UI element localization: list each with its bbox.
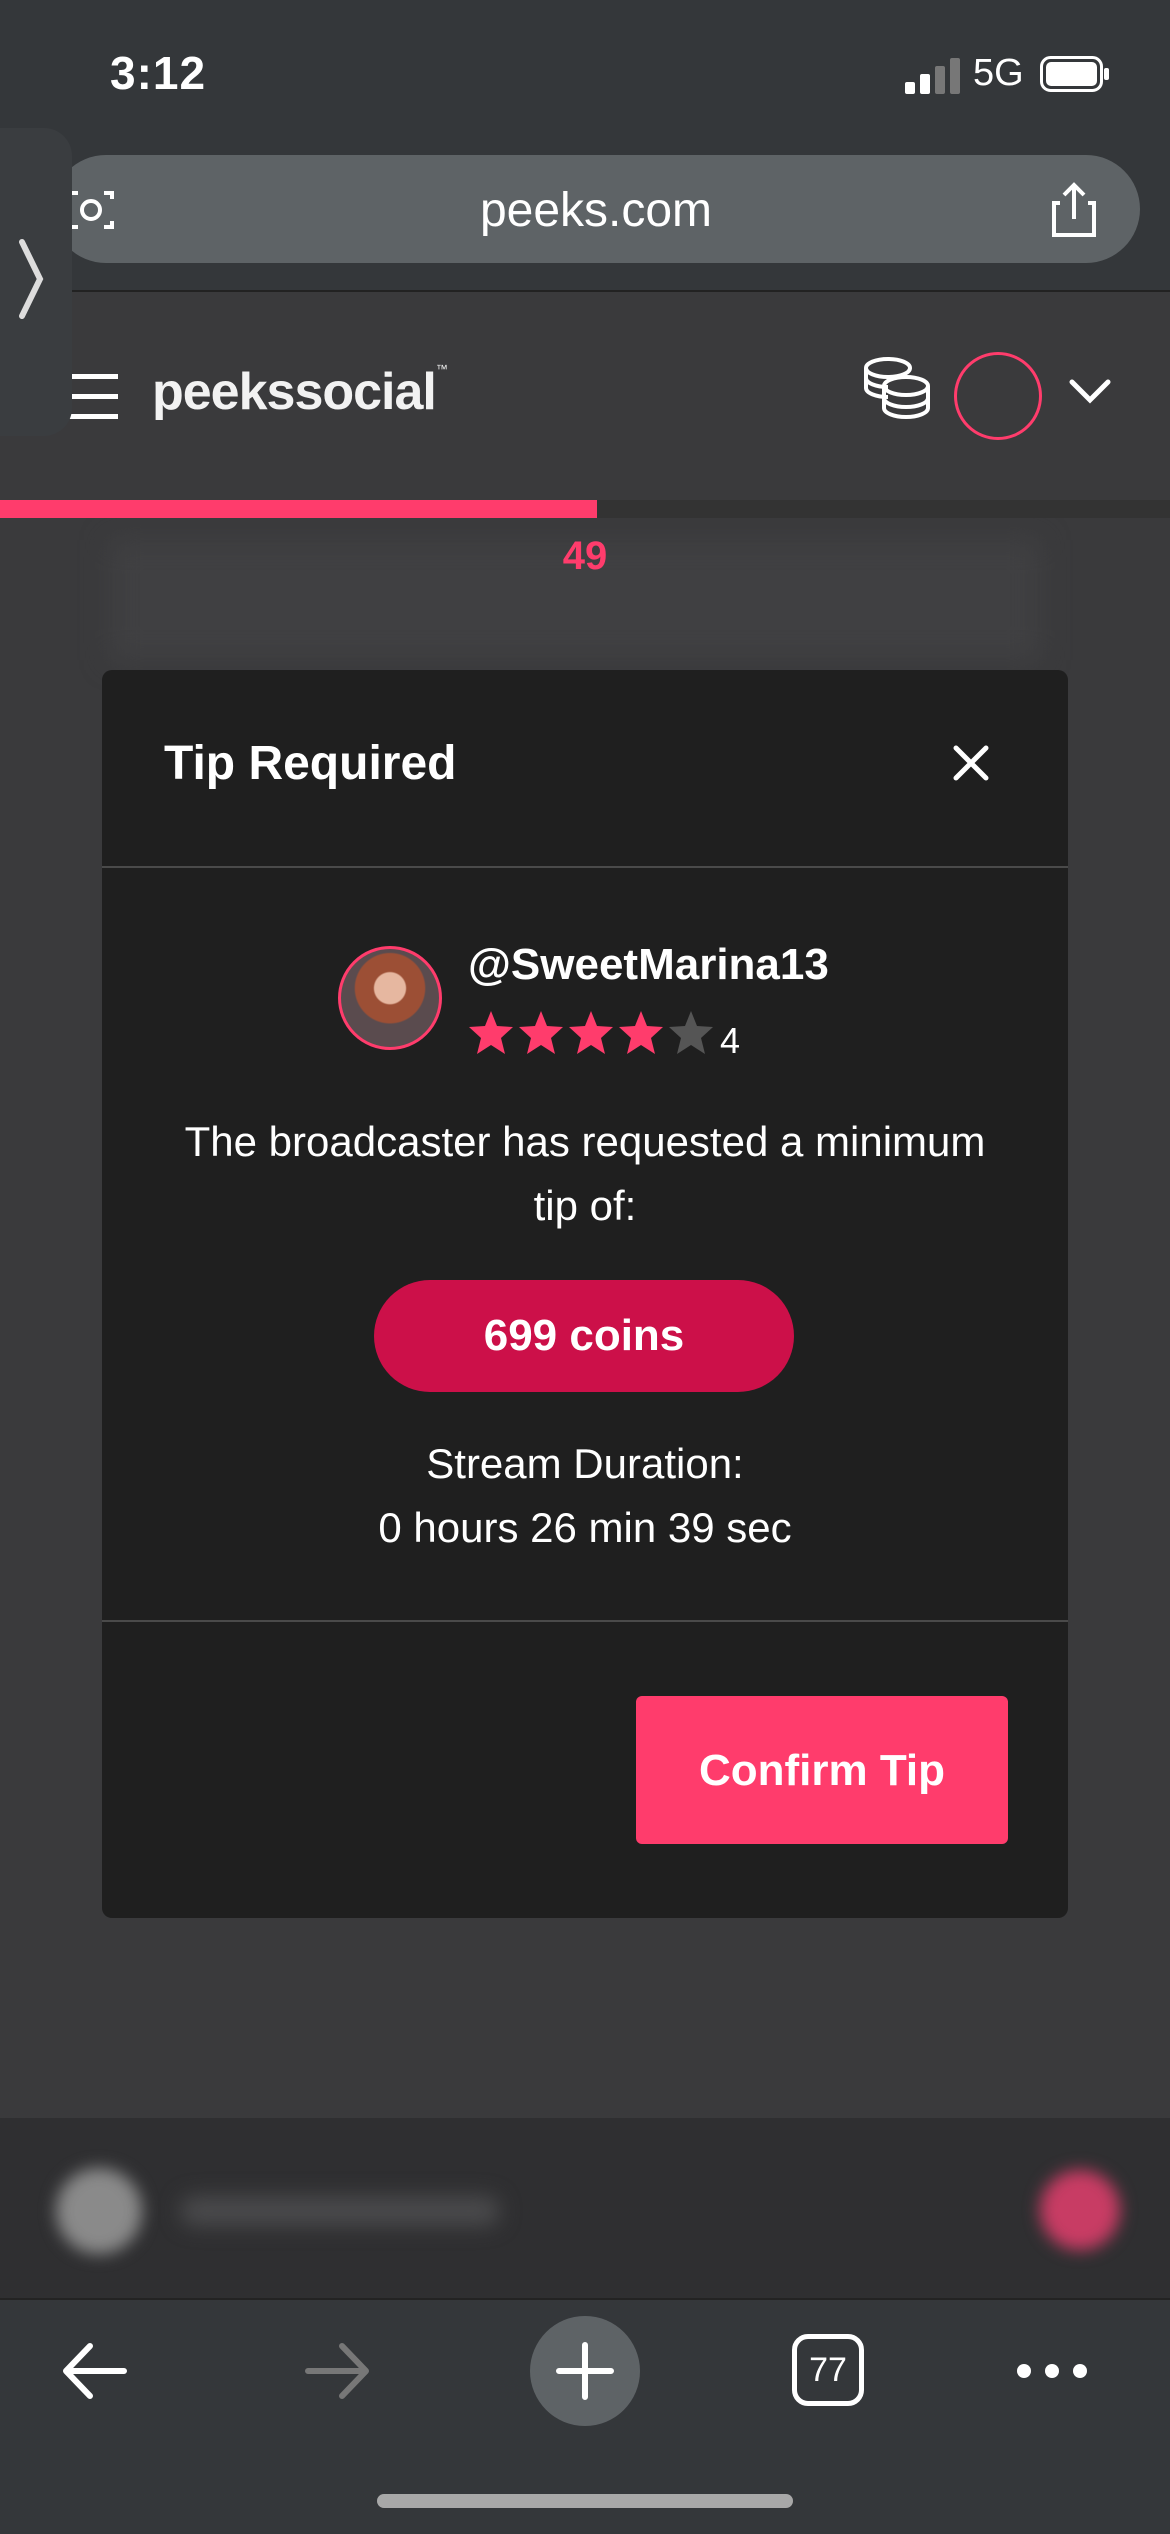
modal-footer: Confirm Tip — [102, 1620, 1068, 1920]
stream-duration-label: Stream Duration: — [426, 1440, 744, 1487]
like-button[interactable] — [1040, 2170, 1120, 2250]
site-logo[interactable]: peekssocial™ — [152, 362, 448, 422]
plus-icon — [556, 2342, 614, 2400]
stream-duration-value: 0 hours 26 min 39 sec — [378, 1504, 792, 1551]
new-tab-button[interactable] — [530, 2316, 640, 2426]
countdown-value: 49 — [562, 534, 608, 578]
home-indicator — [377, 2494, 793, 2508]
more-options-icon[interactable] — [1016, 2358, 1088, 2384]
forward-arrow-icon[interactable] — [302, 2336, 374, 2406]
broadcaster-username[interactable]: @SweetMarina13 — [468, 940, 829, 990]
site-header: peekssocial™ — [0, 292, 1170, 500]
confirm-tip-button[interactable]: Confirm Tip — [636, 1696, 1008, 1844]
back-arrow-icon[interactable] — [58, 2336, 130, 2406]
star-empty-icon — [669, 1011, 713, 1054]
chevron-right-icon — [19, 239, 44, 319]
chat-avatar — [56, 2168, 142, 2254]
network-type: 5G — [973, 52, 1024, 94]
countdown-progress-bar — [0, 500, 1170, 518]
star-filled-icon — [519, 1011, 563, 1054]
min-tip-badge: 699 coins — [374, 1280, 794, 1392]
modal-header: Tip Required — [102, 670, 1068, 868]
chevron-down-icon[interactable] — [1066, 372, 1114, 412]
signal-icon — [905, 58, 960, 94]
tip-required-modal: Tip Required @SweetMarina13 4 The broadc… — [102, 670, 1068, 1918]
tab-switcher-button[interactable]: 77 — [792, 2334, 864, 2406]
chat-input-placeholder[interactable] — [180, 2196, 500, 2226]
battery-icon — [1040, 56, 1109, 92]
progress-fill — [0, 500, 597, 518]
hamburger-menu-icon[interactable] — [64, 372, 118, 422]
chat-input-row — [0, 2118, 1170, 2298]
status-time: 3:12 — [110, 47, 207, 99]
request-message: The broadcaster has requested a minimum … — [184, 1118, 986, 1229]
status-bar: 3:12 5G — [0, 0, 1170, 140]
star-filled-icon — [619, 1011, 663, 1054]
browser-toolbar: peeks.com — [0, 140, 1170, 292]
close-icon[interactable] — [948, 740, 994, 786]
broadcaster-avatar[interactable] — [338, 946, 442, 1050]
user-avatar[interactable] — [954, 352, 1042, 440]
star-filled-icon — [469, 1011, 513, 1054]
rating-value: 4 — [720, 1020, 741, 1061]
star-filled-icon — [569, 1011, 613, 1054]
side-drawer-tab[interactable] — [0, 128, 72, 436]
url-text[interactable]: peeks.com — [52, 183, 1140, 238]
coins-icon[interactable] — [862, 354, 932, 420]
modal-title: Tip Required — [164, 737, 457, 790]
url-bar[interactable]: peeks.com — [52, 155, 1140, 263]
rating-stars — [466, 1008, 716, 1058]
share-icon[interactable] — [1046, 181, 1102, 239]
